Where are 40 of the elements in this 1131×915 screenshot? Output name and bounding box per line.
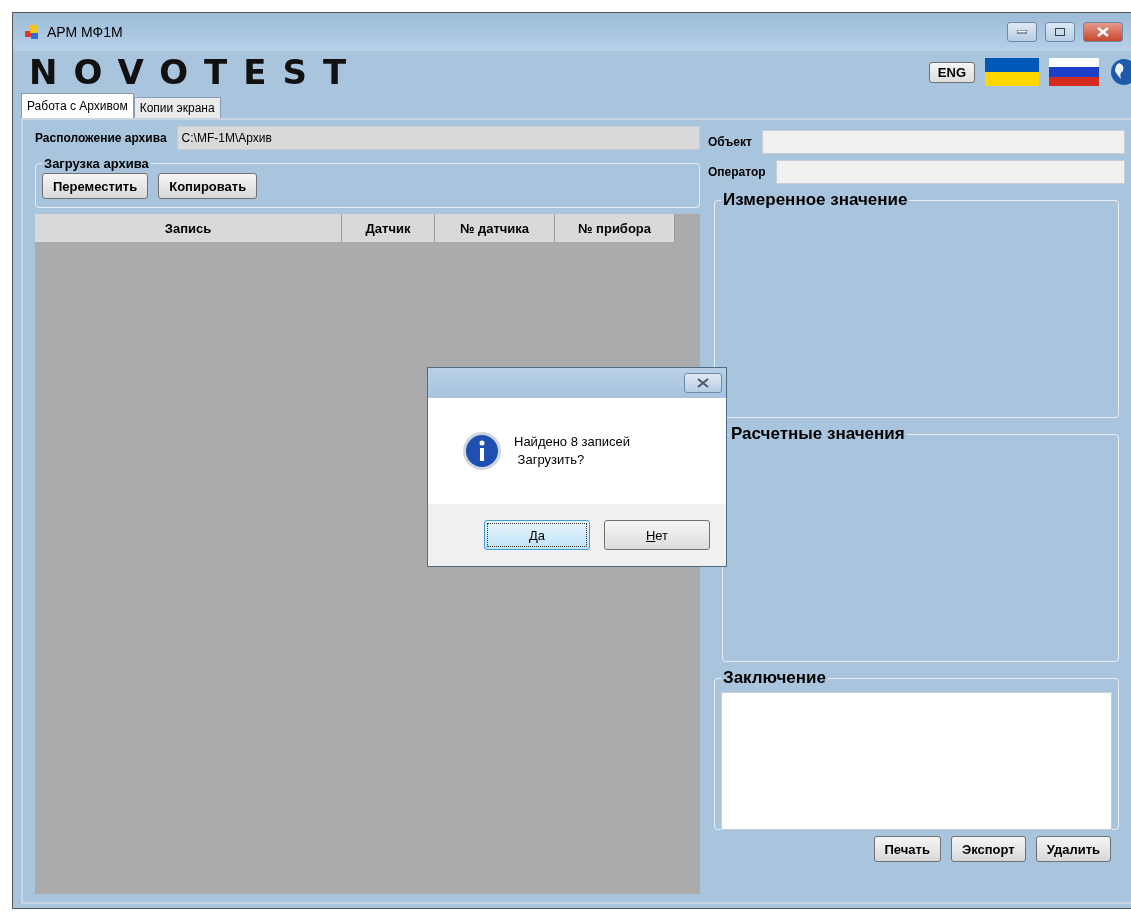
action-button[interactable]: Экспорт bbox=[950, 836, 1026, 862]
close-button[interactable] bbox=[684, 373, 722, 393]
logo: NOVOTEST bbox=[29, 52, 363, 92]
minimize-button[interactable] bbox=[1007, 22, 1037, 42]
column-header[interactable]: Датчик bbox=[342, 214, 435, 242]
field-label: Оператор bbox=[708, 165, 766, 179]
dialog-message: Найдено 8 записей Загрузить? bbox=[514, 433, 631, 469]
group-title: Измеренное значение bbox=[722, 190, 909, 210]
dialog-button[interactable]: Нет bbox=[604, 520, 710, 550]
tab[interactable]: Работа с Архивом bbox=[21, 93, 134, 118]
maximize-icon bbox=[1055, 28, 1065, 36]
language-button[interactable]: ENG bbox=[928, 61, 975, 83]
group-title: Загрузка архива bbox=[43, 156, 150, 171]
field-label: Объект bbox=[708, 135, 752, 149]
field-label: Расположение архива bbox=[35, 131, 167, 145]
app-icon bbox=[25, 25, 39, 39]
close-button[interactable] bbox=[1083, 22, 1123, 42]
ukraine-flag-icon[interactable] bbox=[985, 58, 1039, 86]
globe-icon[interactable] bbox=[1109, 57, 1131, 87]
column-header[interactable]: № датчика bbox=[435, 214, 555, 242]
maximize-button[interactable] bbox=[1045, 22, 1075, 42]
minimize-icon bbox=[1017, 30, 1027, 34]
archive-path-field[interactable]: C:\MF-1M\Архив bbox=[176, 126, 700, 150]
window-title: АРМ МФ1М bbox=[47, 24, 124, 40]
group-title: Заключение bbox=[722, 668, 827, 688]
action-button[interactable]: Переместить bbox=[42, 173, 149, 199]
column-header[interactable]: Запись bbox=[35, 214, 342, 242]
russia-flag-icon[interactable] bbox=[1049, 58, 1099, 86]
info-icon bbox=[462, 431, 502, 471]
close-icon bbox=[1097, 27, 1109, 37]
tab[interactable]: Копии экрана bbox=[133, 97, 221, 118]
operator-field[interactable] bbox=[775, 160, 1125, 184]
action-button[interactable]: Копировать bbox=[158, 173, 258, 199]
action-button[interactable]: Печать bbox=[873, 836, 941, 862]
column-header[interactable]: № прибора bbox=[555, 214, 675, 242]
close-icon bbox=[697, 378, 709, 388]
object-field[interactable] bbox=[761, 130, 1125, 154]
action-button[interactable]: Удалить bbox=[1035, 836, 1111, 862]
group-title: Расчетные значения bbox=[730, 424, 906, 444]
dialog-button[interactable]: Да bbox=[484, 520, 590, 550]
